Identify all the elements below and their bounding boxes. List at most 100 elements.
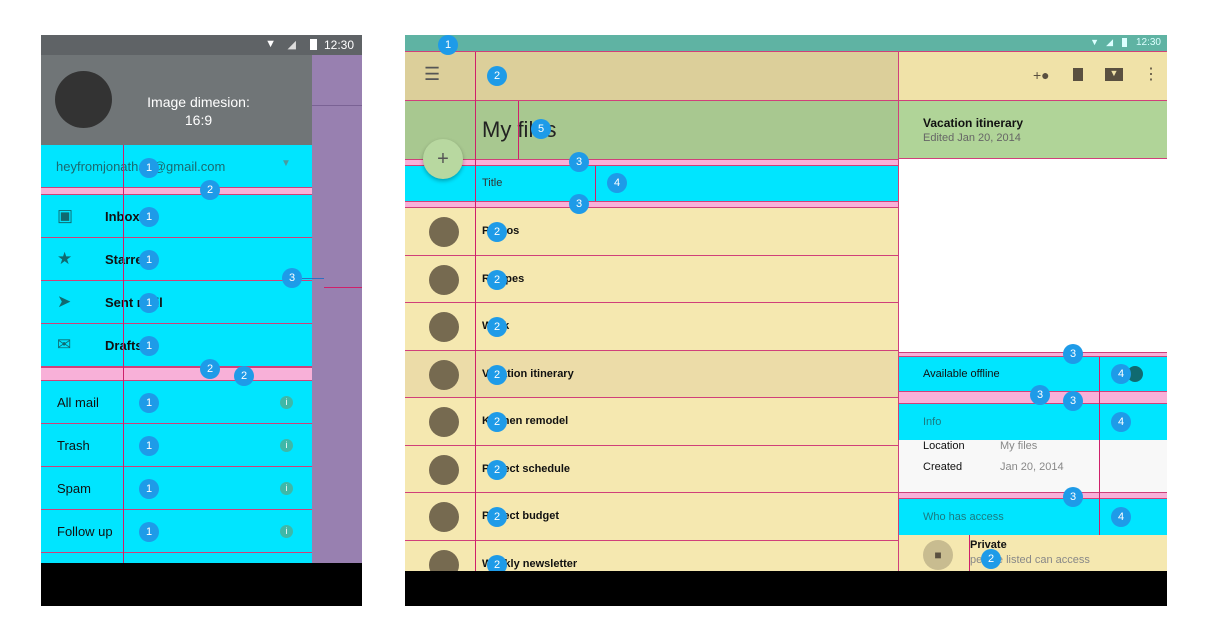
- drawer-item-spam[interactable]: Spam i: [41, 467, 312, 510]
- annotation-badge: 2: [487, 507, 507, 527]
- annotation-badge: 1: [139, 436, 159, 456]
- signal-icon: ◢: [287, 39, 296, 51]
- drawer-item-trash[interactable]: Trash i: [41, 424, 312, 467]
- annotation-badge: 2: [487, 317, 507, 337]
- column-header-label: Title: [482, 177, 503, 189]
- list-toolbar: ☰: [405, 52, 898, 101]
- info-icon[interactable]: i: [280, 396, 293, 409]
- move-to-folder-icon[interactable]: ▼: [1105, 68, 1123, 81]
- detail-subtitle: Edited Jan 20, 2014: [923, 132, 1021, 144]
- nav-bar: [41, 563, 362, 606]
- status-bar: ▼ ◢ 12:30: [405, 35, 1167, 52]
- annotation-badge: 3: [569, 152, 589, 172]
- file-thumbnail: [429, 264, 459, 295]
- annotation-badge: 1: [139, 336, 159, 356]
- location-label: Location: [923, 440, 965, 452]
- status-time: 12:30: [1135, 37, 1161, 48]
- dropdown-arrow-icon[interactable]: ▼: [281, 158, 291, 169]
- created-label: Created: [923, 461, 963, 473]
- header-caption: Image dimesion: 16:9: [121, 93, 276, 129]
- signal-icon: ◢: [1106, 37, 1113, 47]
- title-band: My files: [405, 101, 898, 159]
- file-list-item[interactable]: Vacation itinerary 2: [405, 350, 898, 398]
- annotation-badge: 1: [139, 479, 159, 499]
- annotation-badge: 3: [1063, 391, 1083, 411]
- drawer-item-drafts[interactable]: ✉ Drafts: [41, 324, 312, 367]
- file-list-item[interactable]: Kitchen remodel 2: [405, 398, 898, 446]
- drawer-bottom: [41, 553, 312, 563]
- delete-icon[interactable]: [1073, 68, 1083, 81]
- annotation-badge: 2: [487, 269, 507, 290]
- annotation-badge: 3: [282, 268, 302, 288]
- annotation-badge: 2: [200, 180, 220, 200]
- annotation-badge: 4: [1111, 364, 1131, 384]
- drawer-item-label: Spam: [57, 481, 91, 496]
- access-row[interactable]: ■ Private people listed can access: [899, 535, 1167, 571]
- more-vert-icon[interactable]: ⋮: [1143, 64, 1159, 84]
- annotation-badge: 2: [487, 459, 507, 480]
- annotation-badge: 1: [139, 158, 159, 178]
- file-list-item[interactable]: Photos 2: [405, 208, 898, 256]
- avatar[interactable]: [55, 71, 112, 128]
- navigation-drawer: Image dimesion: 16:9 heyfromjonathan@gma…: [41, 55, 312, 563]
- drawer-item-all-mail[interactable]: All mail i: [41, 381, 312, 424]
- annotation-badge: 3: [1063, 487, 1083, 507]
- account-switcher[interactable]: heyfromjonathan@gmail.com ▼: [41, 145, 312, 187]
- drawer-item-sent-mail[interactable]: ➤ Sent mail: [41, 281, 312, 324]
- divider-spacing: [41, 187, 312, 195]
- battery-icon: [1122, 38, 1127, 47]
- file-list-item[interactable]: Recipes 2: [405, 255, 898, 303]
- info-icon[interactable]: i: [280, 439, 293, 452]
- offline-label: Available offline: [923, 368, 1000, 380]
- file-thumbnail: [429, 502, 459, 532]
- battery-icon: [310, 39, 317, 50]
- drawer-item-label: Follow up: [57, 524, 113, 539]
- lock-icon: ■: [923, 540, 953, 570]
- info-details: Location My files Created Jan 20, 2014: [899, 440, 1167, 492]
- annotation-badge: 1: [139, 393, 159, 413]
- annotation-badge: 5: [531, 119, 551, 139]
- file-thumbnail: [429, 217, 459, 247]
- annotation-badge: 3: [1063, 344, 1083, 364]
- file-list-item[interactable]: Work 2: [405, 303, 898, 351]
- wifi-icon: ▼: [1090, 37, 1099, 47]
- drawer-item-follow-up[interactable]: Follow up i: [41, 510, 312, 553]
- detail-pane: +● ▼ ⋮ Vacation itinerary Edited Jan 20,…: [898, 52, 1167, 606]
- drawer-item-inbox[interactable]: ▣ Inbox: [41, 195, 312, 238]
- info-icon[interactable]: i: [280, 482, 293, 495]
- info-label: Info: [923, 416, 942, 428]
- spacing: [405, 159, 898, 166]
- annotation-badge: 3: [569, 194, 589, 214]
- annotation-badge: 1: [438, 35, 458, 55]
- divider-spacing: [41, 367, 312, 381]
- drafts-icon: ✉: [57, 335, 72, 354]
- add-fab[interactable]: +: [423, 139, 463, 179]
- file-list-item[interactable]: Project schedule 2: [405, 445, 898, 493]
- annotation-badge: 1: [139, 207, 159, 227]
- header-caption-line: Image dimesion:: [147, 94, 250, 110]
- annotation-badge: 1: [139, 522, 159, 542]
- column-header-title[interactable]: Title: [405, 166, 898, 201]
- annotation-badge: 3: [1030, 385, 1050, 405]
- tablet-frame: ▼ ◢ 12:30 ☰ My files Title + Photos 2 Re…: [405, 35, 1167, 606]
- annotation-badge: 1: [139, 250, 159, 270]
- add-person-icon[interactable]: +●: [1033, 67, 1050, 83]
- annotation-badge: 2: [981, 549, 1001, 569]
- drawer-header: Image dimesion: 16:9: [41, 55, 312, 145]
- file-thumbnail: [429, 454, 459, 485]
- drawer-item-starred[interactable]: ★ Starred: [41, 238, 312, 281]
- phone-frame: ▼ ◢ 12:30 Image dimesion: 16:9 heyfromjo…: [41, 35, 362, 606]
- spacing: [405, 201, 898, 208]
- header-ratio: 16:9: [184, 112, 213, 128]
- detail-header: Vacation itinerary Edited Jan 20, 2014: [899, 101, 1167, 159]
- menu-icon[interactable]: ☰: [424, 64, 440, 85]
- star-icon: ★: [57, 249, 73, 268]
- inbox-icon: ▣: [57, 206, 74, 225]
- info-icon[interactable]: i: [280, 525, 293, 538]
- detail-toolbar: +● ▼ ⋮: [899, 52, 1167, 101]
- annotation-badge: 2: [487, 364, 507, 385]
- file-list-item[interactable]: Project budget 2: [405, 493, 898, 541]
- file-thumbnail: [429, 407, 459, 437]
- detail-title: Vacation itinerary: [923, 116, 1024, 130]
- annotation-badge: 2: [487, 412, 507, 432]
